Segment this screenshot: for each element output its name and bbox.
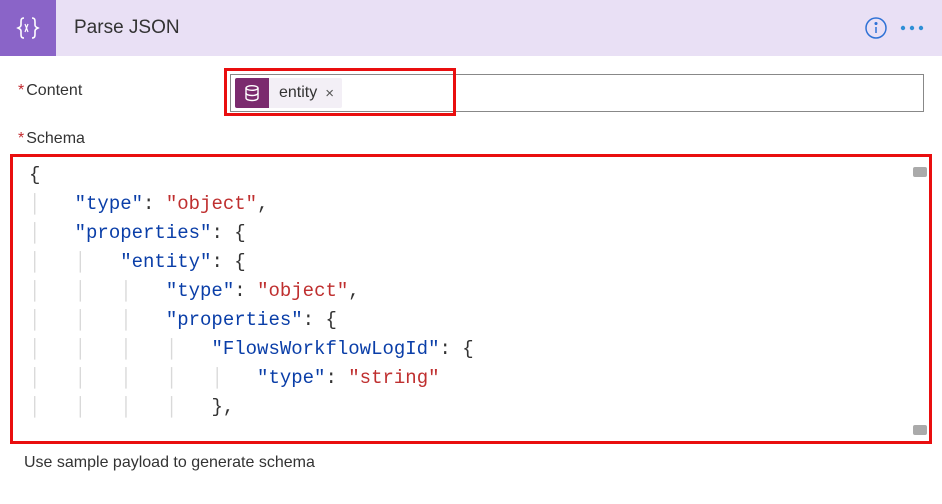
- braces-icon: [0, 0, 56, 56]
- action-body: *Content entity ×: [0, 56, 942, 472]
- required-marker: *: [18, 82, 24, 99]
- schema-highlight-box: { │ "type": "object", │ "properties": { …: [10, 154, 932, 444]
- action-header: Parse JSON: [0, 0, 942, 56]
- schema-label: *Schema: [18, 130, 924, 148]
- content-field-row: *Content entity ×: [18, 74, 924, 112]
- content-label: *Content: [18, 74, 230, 100]
- more-icon[interactable]: [894, 10, 930, 46]
- generate-schema-link[interactable]: Use sample payload to generate schema: [18, 444, 924, 472]
- content-label-text: Content: [26, 82, 82, 99]
- database-icon: [235, 78, 269, 108]
- dynamic-content-token[interactable]: entity ×: [235, 78, 342, 108]
- schema-editor[interactable]: { │ "type": "object", │ "properties": { …: [13, 161, 929, 441]
- action-title: Parse JSON: [74, 17, 858, 39]
- required-marker: *: [18, 130, 24, 147]
- scrollbar-top[interactable]: [913, 167, 927, 177]
- content-input[interactable]: entity ×: [230, 74, 924, 112]
- schema-label-text: Schema: [26, 130, 85, 147]
- token-label: entity: [269, 84, 325, 102]
- schema-code[interactable]: { │ "type": "object", │ "properties": { …: [13, 161, 929, 422]
- content-input-wrap: entity ×: [230, 74, 924, 112]
- info-icon[interactable]: [858, 10, 894, 46]
- token-remove-icon[interactable]: ×: [325, 85, 342, 102]
- scrollbar-bottom[interactable]: [913, 425, 927, 435]
- schema-field: *Schema { │ "type": "object", │ "propert…: [18, 130, 924, 472]
